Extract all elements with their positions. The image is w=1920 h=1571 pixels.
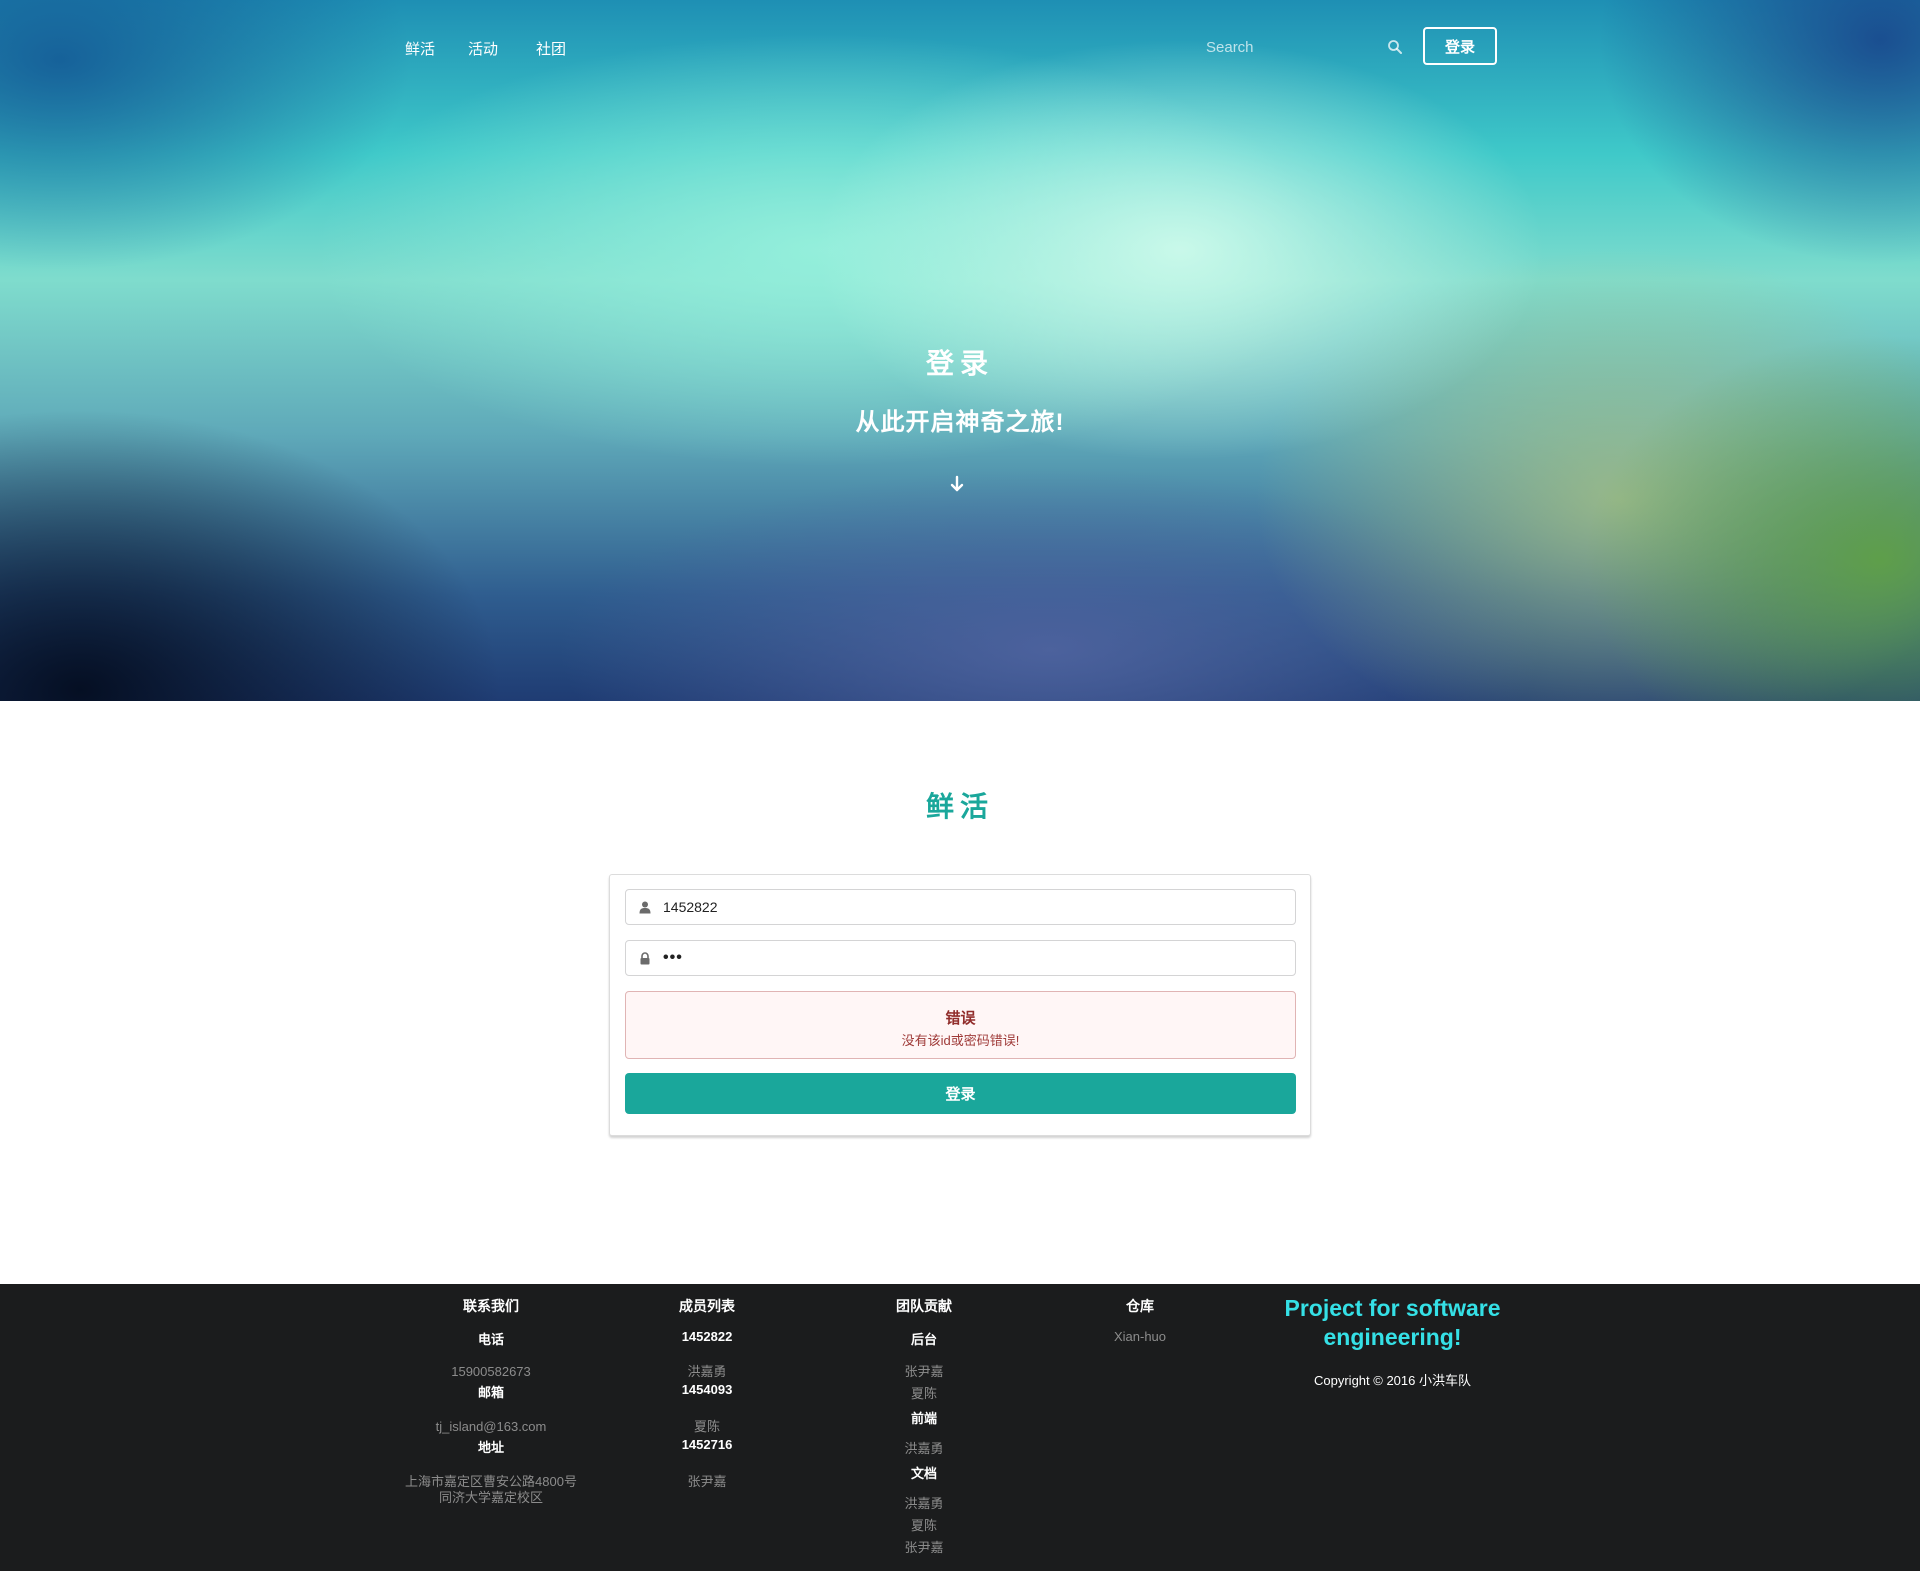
footer-copyright: Copyright © 2016 小洪车队	[1314, 1373, 1471, 1388]
contribution-group-label: 后台	[910, 1332, 937, 1347]
footer-phone-label: 电话	[477, 1332, 504, 1347]
error-message-box: 错误 没有该id或密码错误!	[625, 991, 1296, 1059]
footer-address-line1: 上海市嘉定区曹安公路4800号	[405, 1474, 577, 1489]
username-field[interactable]	[625, 889, 1296, 925]
member-id: 1454093	[681, 1382, 733, 1397]
footer-repo-link[interactable]: Xian-huo	[1030, 1329, 1250, 1345]
contribution-name: 张尹嘉	[904, 1364, 944, 1379]
contribution-name: 夏陈	[910, 1518, 937, 1533]
search-icon[interactable]	[1387, 39, 1403, 55]
footer-members-title: 成员列表	[679, 1298, 735, 1314]
password-field[interactable]	[625, 940, 1296, 976]
footer-repo-title: 仓库	[1126, 1298, 1154, 1314]
page-title: 鲜活	[925, 791, 994, 822]
contribution-name: 张尹嘉	[904, 1540, 944, 1555]
member-name: 洪嘉勇	[687, 1364, 727, 1379]
member-id: 1452716	[681, 1437, 733, 1452]
hero-title: 登录	[925, 348, 994, 379]
error-title: 错误	[945, 1010, 976, 1027]
footer-email[interactable]: tj_island@163.com	[381, 1419, 601, 1435]
search-input[interactable]	[1206, 36, 1376, 58]
footer-contribution-title: 团队贡献	[896, 1298, 952, 1314]
contribution-group-label: 前端	[910, 1411, 937, 1426]
footer-address-line2: 同济大学嘉定校区	[438, 1490, 543, 1505]
username-input[interactable]	[663, 890, 1283, 924]
footer-phone: 15900582673	[451, 1364, 531, 1379]
member-name: 张尹嘉	[687, 1474, 727, 1489]
member-name: 夏陈	[693, 1419, 720, 1434]
user-icon	[639, 901, 651, 914]
nav-link-clubs[interactable]: 社团	[536, 38, 566, 59]
password-input[interactable]	[663, 941, 1283, 975]
contribution-name: 洪嘉勇	[904, 1496, 944, 1511]
hero-subtitle: 从此开启神奇之旅!	[855, 409, 1065, 436]
nav-link-xianhuo[interactable]: 鲜活	[405, 38, 435, 59]
header-login-button[interactable]: 登录	[1423, 27, 1497, 65]
footer-contact-title: 联系我们	[463, 1298, 519, 1314]
arrow-down-icon[interactable]	[949, 474, 965, 494]
member-id: 1452822	[681, 1329, 733, 1344]
footer-email-label: 邮箱	[477, 1385, 504, 1400]
footer-project-tagline: Project for software engineering!	[1284, 1295, 1501, 1350]
login-form: 错误 没有该id或密码错误! 登录	[609, 874, 1311, 1136]
login-submit-button[interactable]: 登录	[625, 1073, 1296, 1114]
error-message: 没有该id或密码错误!	[901, 1033, 1020, 1048]
footer-address-label: 地址	[477, 1440, 504, 1455]
nav-link-activities[interactable]: 活动	[468, 38, 498, 59]
contribution-name: 洪嘉勇	[904, 1441, 944, 1456]
contribution-group-label: 文档	[910, 1466, 937, 1481]
hero-section: 鲜活 活动 社团 登录 登录 从此开启神奇之旅!	[0, 0, 1920, 701]
contribution-name: 夏陈	[910, 1386, 937, 1401]
lock-icon	[639, 952, 651, 965]
